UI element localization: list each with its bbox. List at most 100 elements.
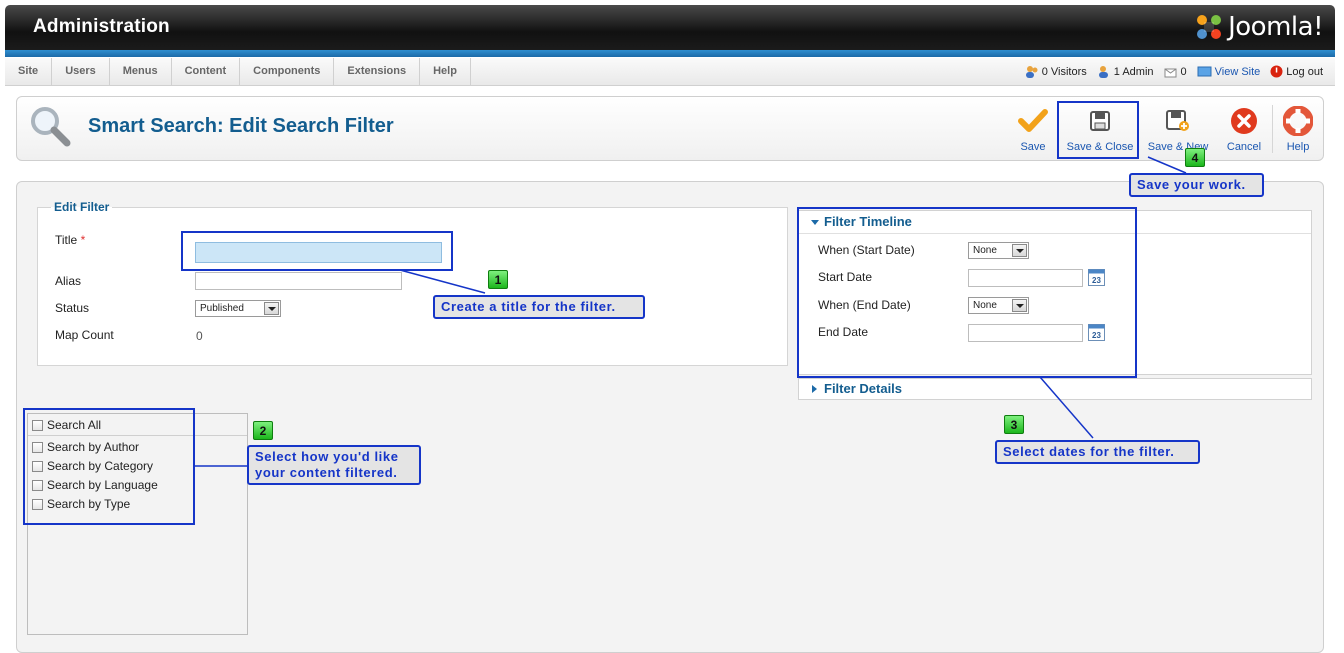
joomla-logo-text: Joomla! [1228,12,1323,42]
callout-3-badge: 3 [1004,415,1024,434]
status-select[interactable]: Published [195,300,281,317]
logout-link[interactable]: Log out [1270,65,1323,78]
title-label: Title * [55,233,85,247]
help-label: Help [1286,141,1310,153]
help-button[interactable]: Help [1280,105,1316,153]
filter-timeline-heading: Filter Timeline [824,214,912,229]
when-start-select[interactable]: None [968,242,1029,259]
callout-4-text: Save your work. [1129,173,1264,197]
search-all-option[interactable]: Search All [32,418,101,432]
required-marker: * [80,233,86,247]
when-start-label: When (Start Date) [818,243,915,257]
filter-details-heading: Filter Details [824,381,903,396]
filter-details-header[interactable]: Filter Details [799,379,1311,399]
filter-option[interactable]: Search by Type [32,497,130,511]
filter-checkbox[interactable] [32,460,43,472]
save-new-button[interactable]: Save & New [1144,105,1212,153]
cancel-button[interactable]: Cancel [1224,105,1264,153]
filter-option[interactable]: Search by Category [32,459,153,473]
admin-title: Administration [33,16,170,37]
status-bar: 0 Visitors 1 Admin 0 View Site Log out [1015,58,1323,85]
chevron-down-icon [264,302,279,315]
callout-2-text: Select how you'd like your content filte… [247,445,421,485]
magnifier-icon [27,105,77,154]
menu-menus[interactable]: Menus [110,58,172,85]
save-button[interactable]: Save [1013,105,1053,153]
map-count-label: Map Count [55,328,114,342]
monitor-icon [1197,66,1212,76]
menu-users[interactable]: Users [52,58,110,85]
cancel-x-icon [1228,105,1260,137]
title-label-text: Title [55,233,78,247]
menu-components[interactable]: Components [240,58,335,85]
menu-help[interactable]: Help [420,58,471,85]
admins-status: 1 Admin [1097,65,1154,79]
alias-input[interactable] [195,272,402,290]
cancel-label: Cancel [1226,141,1262,153]
mail-icon [1164,68,1177,77]
view-site-label[interactable]: View Site [1215,66,1261,78]
messages-count: 0 [1180,65,1187,78]
toolbar-divider [1272,105,1273,153]
lifebuoy-icon [1282,105,1314,137]
status-label: Status [55,301,90,315]
filter-option-label: Search by Type [47,497,131,511]
chevron-down-icon [1012,244,1027,257]
filter-timeline-header[interactable]: Filter Timeline [799,211,1311,234]
visitors-icon [1025,65,1038,78]
filter-option-label: Search by Language [47,478,158,492]
filter-option-label: Search by Category [47,459,154,473]
page-title: Smart Search: Edit Search Filter [88,115,394,137]
checkmark-icon [1017,105,1049,137]
alias-label: Alias [55,274,82,288]
filter-checkbox[interactable] [32,498,43,510]
menu-content[interactable]: Content [172,58,241,85]
filter-option[interactable]: Search by Language [32,478,158,492]
logout-label[interactable]: Log out [1286,66,1323,78]
callout-2-badge: 2 [253,421,273,440]
messages-status[interactable]: 0 [1164,66,1187,78]
page-toolbar: Smart Search: Edit Search Filter Save Sa… [16,96,1324,161]
edit-filter-fieldset: Edit Filter [37,200,788,366]
edit-filter-legend: Edit Filter [54,200,110,214]
start-date-label: Start Date [818,270,873,284]
admin-header: Administration Joomla! [5,5,1335,50]
power-icon [1270,65,1283,78]
calendar-icon[interactable]: 23 [1088,269,1105,286]
start-date-input[interactable] [968,269,1083,287]
admins-count: 1 Admin [1113,65,1154,78]
joomla-logo-icon [1194,12,1224,42]
header-accent-bar [5,50,1335,57]
filter-option[interactable]: Search by Author [32,440,139,454]
search-all-label: Search All [47,418,102,432]
menu-extensions[interactable]: Extensions [334,58,421,85]
calendar-icon[interactable]: 23 [1088,324,1105,341]
view-site-link[interactable]: View Site [1197,66,1261,78]
floppy-disk-plus-icon [1162,105,1194,137]
callout-1-text: Create a title for the filter. [433,295,645,319]
end-date-input[interactable] [968,324,1083,342]
search-all-checkbox[interactable] [32,419,43,431]
save-close-button[interactable]: Save & Close [1061,105,1139,153]
calendar-day-text: 23 [1092,331,1101,340]
main-menu-bar: Site Users Menus Content Components Exte… [5,58,1335,86]
filter-option-label: Search by Author [47,440,140,454]
joomla-logo[interactable]: Joomla! [1194,11,1323,43]
callout-1-badge: 1 [488,270,508,289]
filter-checkbox[interactable] [32,441,43,453]
callout-3-text: Select dates for the filter. [995,440,1200,464]
when-end-select[interactable]: None [968,297,1029,314]
triangle-down-icon [811,220,819,225]
title-input[interactable] [195,242,442,263]
status-select-value: Published [200,303,244,314]
when-start-select-value: None [973,245,997,256]
filter-checkbox[interactable] [32,479,43,491]
visitors-status: 0 Visitors [1025,65,1087,79]
when-end-select-value: None [973,300,997,311]
chevron-down-icon [1012,299,1027,312]
filter-timeline-panel: Filter Timeline [798,210,1312,375]
calendar-day-text: 23 [1092,276,1101,285]
when-end-label: When (End Date) [818,298,911,312]
menu-site[interactable]: Site [5,58,53,85]
visitors-count: 0 Visitors [1041,65,1087,78]
